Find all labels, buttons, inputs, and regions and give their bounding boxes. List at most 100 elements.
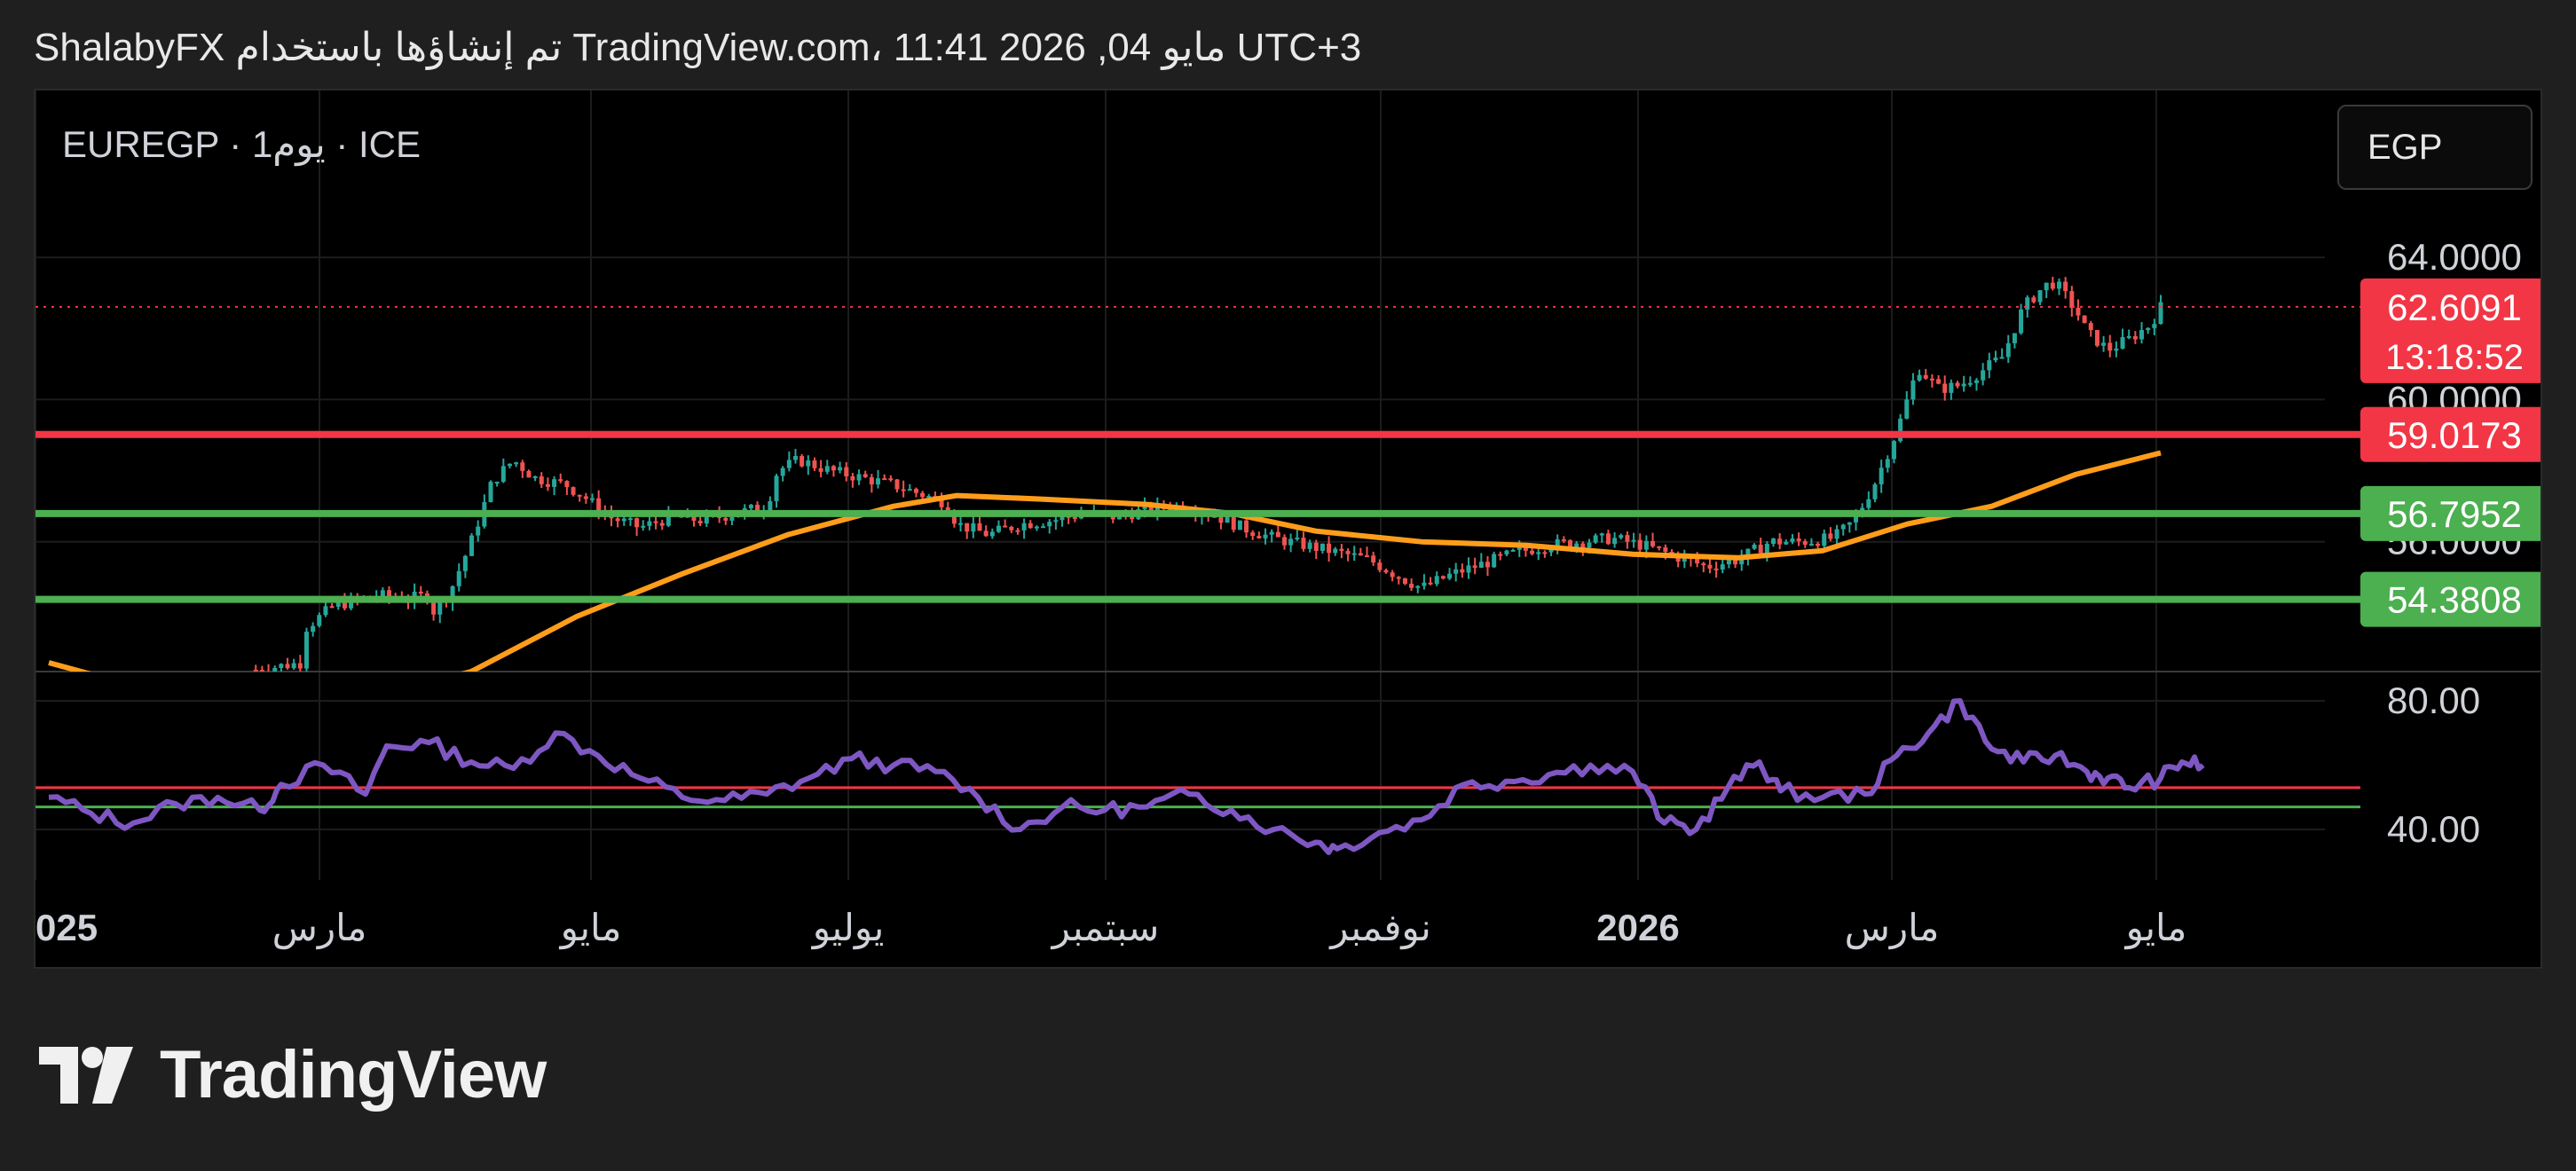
candle-body — [1390, 572, 1395, 578]
candle-body — [558, 479, 563, 482]
candle-body — [856, 474, 862, 481]
candle-body — [1320, 543, 1325, 551]
candle-body — [1231, 516, 1236, 530]
candle-body — [1072, 516, 1077, 519]
candle-body — [1351, 553, 1357, 555]
candle-body — [1047, 522, 1052, 527]
candle-body — [1396, 577, 1401, 579]
candle-body — [2076, 308, 2081, 316]
candle-body — [653, 521, 658, 523]
candle-body — [1561, 538, 1566, 541]
candle-body — [1733, 560, 1738, 565]
candle-body — [545, 483, 550, 487]
candle-body — [1701, 563, 1706, 566]
candle-body — [476, 526, 481, 536]
candle-body — [983, 530, 989, 537]
candle-body — [1643, 540, 1649, 550]
candle-body — [1269, 531, 1274, 535]
candle-body — [1872, 484, 1878, 499]
candle-body — [1365, 555, 1370, 558]
candle-body — [520, 462, 525, 471]
candle-body — [2057, 281, 2062, 289]
candle-body — [2126, 335, 2131, 338]
candle-body — [627, 518, 633, 521]
candle-body — [317, 615, 322, 626]
candle-body — [291, 663, 296, 669]
chart-panel[interactable]: 80.00 40.00 64.0000 60.0000 56.0000 59.0173 5… — [34, 89, 2542, 969]
candle-body — [1840, 524, 1846, 530]
time-tick-label: نوفمبر — [1328, 907, 1431, 950]
candle-body — [380, 590, 385, 597]
candle-body — [564, 481, 570, 488]
candle-body — [1536, 552, 1541, 554]
candle-body — [1377, 562, 1383, 570]
candle-body — [1580, 543, 1586, 548]
candle-body — [1485, 562, 1490, 568]
candle-body — [1003, 525, 1008, 528]
candle-body — [1885, 459, 1890, 468]
currency-button[interactable]: EGP — [2337, 105, 2533, 190]
candle-body — [774, 475, 779, 501]
candle-body — [1250, 532, 1256, 537]
candle-body — [2082, 315, 2087, 324]
candle-body — [894, 479, 900, 490]
candle-body — [977, 523, 982, 531]
candle-body — [1663, 547, 1668, 553]
candle-body — [958, 523, 964, 525]
candle-body — [1422, 582, 1427, 586]
candle-body — [1402, 578, 1407, 584]
candle-body — [1764, 544, 1769, 554]
candle-body — [615, 518, 620, 522]
candle-body — [1447, 573, 1453, 579]
candle-body — [323, 606, 328, 616]
candle-body — [1625, 535, 1630, 542]
candle-body — [1955, 382, 1960, 387]
candle-body — [1987, 360, 1992, 371]
candle-body — [863, 474, 868, 477]
candle-body — [329, 606, 335, 609]
chart-canvas[interactable]: 80.0040.00 64.000060.000056.000059.01735… — [35, 90, 2541, 967]
candle-body — [1777, 538, 1783, 545]
candle-body — [2037, 290, 2043, 303]
candle-body — [1244, 520, 1249, 533]
candle-body — [1981, 370, 1986, 381]
candle-body — [1028, 523, 1033, 529]
time-tick-label: سبتمبر — [1051, 907, 1160, 950]
time-tick-label: مايو — [2124, 907, 2187, 950]
candle-body — [1619, 535, 1624, 538]
candle-body — [806, 460, 811, 467]
candle-body — [2107, 342, 2113, 351]
candle-body — [456, 570, 461, 586]
candle-body — [1605, 533, 1611, 545]
candle-body — [800, 456, 805, 467]
candle-body — [1478, 562, 1484, 569]
candle-body — [1816, 543, 1821, 546]
price-tick-label: 64.0000 — [2387, 236, 2522, 278]
candle-body — [1275, 531, 1280, 538]
candle-body — [431, 601, 437, 615]
candle-body — [2005, 342, 2011, 358]
symbol-label[interactable]: EUREGP · 1يوم · ICE — [62, 122, 421, 166]
candle-body — [1371, 555, 1376, 563]
rsi-tick-label: 40.00 — [2387, 808, 2480, 850]
candle-body — [1917, 374, 1922, 381]
candle-body — [634, 518, 640, 528]
candle-body — [488, 482, 493, 502]
candle-body — [2132, 335, 2138, 340]
candle-body — [697, 521, 703, 524]
candle-body — [1237, 520, 1242, 530]
grid — [35, 90, 2541, 880]
candle-body — [253, 669, 258, 672]
candle-body — [1021, 523, 1027, 530]
time-tick-label: مارس — [272, 907, 367, 950]
candle-body — [590, 498, 595, 500]
candle-body — [1009, 526, 1014, 530]
rsi-tick-label: 80.00 — [2387, 680, 2480, 721]
candle-body — [913, 489, 918, 493]
candle-body — [1327, 543, 1332, 554]
candle-body — [729, 516, 735, 521]
candle-body — [1542, 552, 1548, 554]
candle-body — [2044, 282, 2049, 291]
candle-body — [583, 496, 588, 499]
candle-body — [1808, 543, 1814, 546]
